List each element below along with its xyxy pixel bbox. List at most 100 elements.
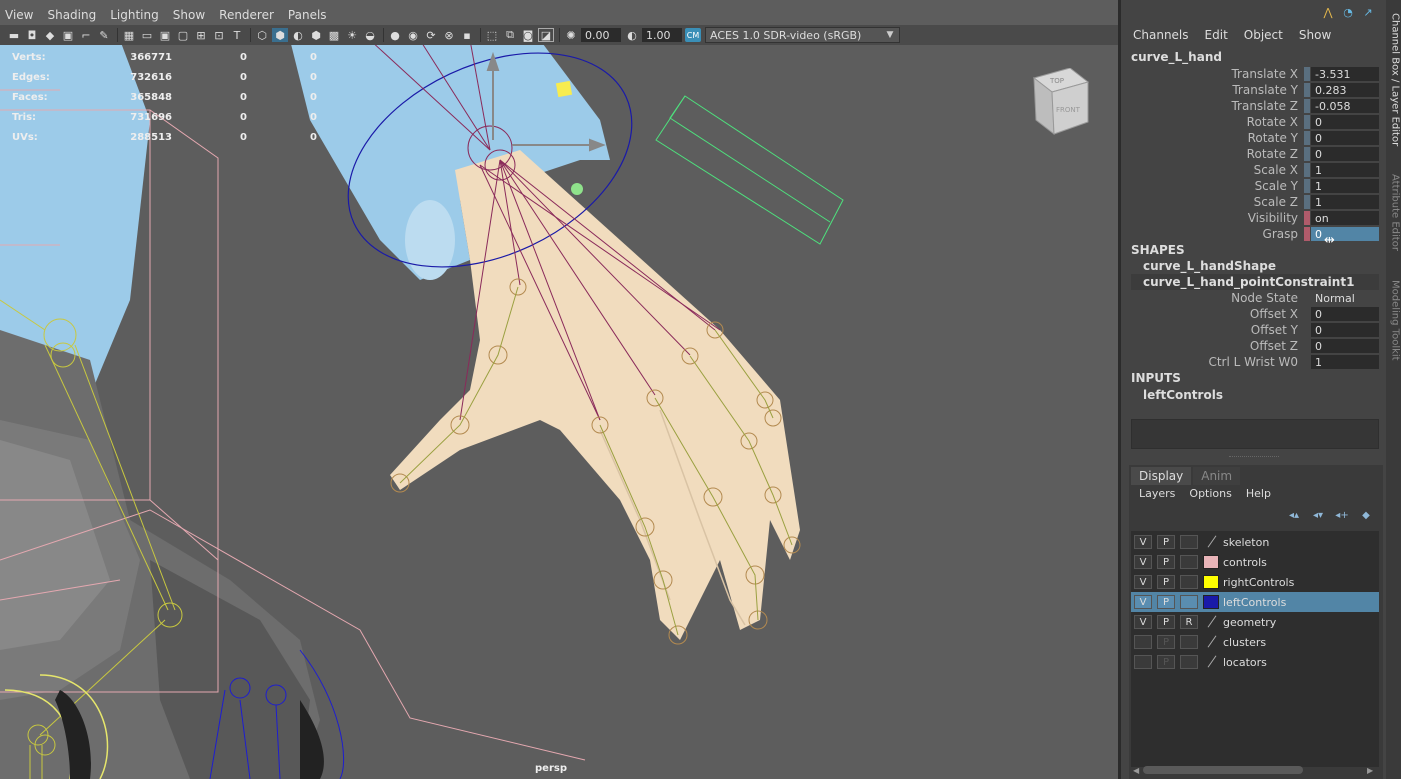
- color-management-icon[interactable]: CM: [685, 28, 701, 42]
- layer-playback-toggle[interactable]: P: [1157, 635, 1175, 649]
- layer-display-type-toggle[interactable]: [1180, 655, 1198, 669]
- attr-value-field[interactable]: 0: [1311, 307, 1379, 321]
- layer-color-swatch[interactable]: [1203, 635, 1219, 649]
- menu-edit[interactable]: Edit: [1205, 28, 1228, 42]
- attr-value-field[interactable]: 0.283: [1311, 83, 1379, 97]
- smooth-shade-icon[interactable]: ⬢: [272, 28, 288, 42]
- menu-layers[interactable]: Layers: [1139, 487, 1175, 500]
- layer-name[interactable]: geometry: [1223, 616, 1276, 629]
- panel-splitter[interactable]: [1229, 456, 1279, 458]
- layer-playback-toggle[interactable]: P: [1157, 655, 1175, 669]
- layer-visibility-toggle[interactable]: V: [1134, 555, 1152, 569]
- xray-joints-icon[interactable]: ◙: [520, 28, 536, 42]
- backface-culling-icon[interactable]: ◪: [538, 28, 554, 42]
- multisample-aa-icon[interactable]: ⟳: [423, 28, 439, 42]
- layer-display-type-toggle[interactable]: [1180, 535, 1198, 549]
- motion-blur-icon[interactable]: ◉: [405, 28, 421, 42]
- wireframe-on-shaded-icon[interactable]: ⬢: [308, 28, 324, 42]
- gamma-icon[interactable]: ◐: [624, 28, 640, 42]
- layer-color-swatch[interactable]: [1203, 535, 1219, 549]
- attr-value-field[interactable]: on: [1311, 211, 1379, 225]
- layer-visibility-toggle[interactable]: V: [1134, 595, 1152, 609]
- axis-icon[interactable]: ⋀: [1321, 5, 1335, 19]
- grid-icon[interactable]: ▦: [121, 28, 137, 42]
- attr-value-field[interactable]: 0: [1311, 323, 1379, 337]
- xray-icon[interactable]: ⬚: [484, 28, 500, 42]
- attr-value-field[interactable]: 1: [1311, 179, 1379, 193]
- layer-color-swatch[interactable]: [1203, 655, 1219, 669]
- tab-anim[interactable]: Anim: [1193, 467, 1241, 485]
- attr-translate-z[interactable]: Translate Z -0.058: [1131, 98, 1379, 114]
- layer-display-type-toggle[interactable]: [1180, 595, 1198, 609]
- new-layer-icon[interactable]: ◂+: [1333, 508, 1351, 522]
- menu-object[interactable]: Object: [1244, 28, 1283, 42]
- depth-of-field-icon[interactable]: ⊗: [441, 28, 457, 42]
- shadows-icon[interactable]: ◒: [362, 28, 378, 42]
- input-node-item[interactable]: leftControls: [1131, 387, 1379, 403]
- menu-panels[interactable]: Panels: [288, 8, 327, 22]
- attr-value-field[interactable]: 0: [1311, 115, 1379, 129]
- layer-color-swatch[interactable]: [1203, 615, 1219, 629]
- resolution-gate-icon[interactable]: ▣: [157, 28, 173, 42]
- use-default-material-icon[interactable]: ◐: [290, 28, 306, 42]
- layer-visibility-toggle[interactable]: [1134, 635, 1152, 649]
- tab-channel-box-layer-editor[interactable]: Channel Box / Layer Editor: [1386, 10, 1401, 150]
- shape-node-item[interactable]: curve_L_handShape: [1131, 258, 1379, 274]
- selected-object-name[interactable]: curve_L_hand: [1131, 50, 1222, 64]
- layer-row-right-controls[interactable]: V P rightControls: [1131, 572, 1379, 592]
- layer-row-clusters[interactable]: P clusters: [1131, 632, 1379, 652]
- attr-node-state[interactable]: Node State Normal: [1131, 290, 1379, 306]
- screen-space-ao-icon[interactable]: ●: [387, 28, 403, 42]
- attr-grasp[interactable]: Grasp 0: [1131, 226, 1379, 242]
- move-layer-down-icon[interactable]: ◂▾: [1309, 508, 1327, 522]
- layer-row-geometry[interactable]: V P R geometry: [1131, 612, 1379, 632]
- attr-visibility[interactable]: Visibility on: [1131, 210, 1379, 226]
- film-gate-icon[interactable]: ▭: [139, 28, 155, 42]
- wireframe-icon[interactable]: ⬡: [254, 28, 270, 42]
- tab-display[interactable]: Display: [1131, 467, 1192, 485]
- attr-value-field[interactable]: 1: [1311, 163, 1379, 177]
- move-layer-up-icon[interactable]: ◂▴: [1285, 508, 1303, 522]
- scrollbar-thumb[interactable]: [1143, 766, 1303, 774]
- tab-modeling-toolkit[interactable]: Modeling Toolkit: [1386, 270, 1401, 370]
- layer-playback-toggle[interactable]: P: [1157, 615, 1175, 629]
- layer-display-type-toggle[interactable]: R: [1180, 615, 1198, 629]
- refresh-icon[interactable]: ◔: [1341, 5, 1355, 19]
- scroll-right-icon[interactable]: ▶: [1367, 766, 1373, 775]
- attr-value-field[interactable]: 0: [1311, 131, 1379, 145]
- layer-list-scrollbar[interactable]: ◀ ▶: [1131, 765, 1379, 775]
- layer-display-type-toggle[interactable]: [1180, 575, 1198, 589]
- layer-color-swatch[interactable]: [1203, 555, 1219, 569]
- view-cube[interactable]: TOP FRONT: [1032, 68, 1092, 138]
- layer-row-locators[interactable]: P locators: [1131, 652, 1379, 672]
- layer-row-skeleton[interactable]: V P skeleton: [1131, 532, 1379, 552]
- grease-pencil-icon[interactable]: ✎: [96, 28, 112, 42]
- attr-rotate-z[interactable]: Rotate Z 0: [1131, 146, 1379, 162]
- attr-scale-y[interactable]: Scale Y 1: [1131, 178, 1379, 194]
- image-plane-icon[interactable]: ▣: [60, 28, 76, 42]
- attr-rotate-x[interactable]: Rotate X 0: [1131, 114, 1379, 130]
- attr-translate-y[interactable]: Translate Y 0.283: [1131, 82, 1379, 98]
- layer-color-swatch[interactable]: [1203, 575, 1219, 589]
- constraint-node-item[interactable]: curve_L_hand_pointConstraint1: [1131, 274, 1379, 290]
- menu-help[interactable]: Help: [1246, 487, 1271, 500]
- scroll-left-icon[interactable]: ◀: [1133, 766, 1139, 775]
- attr-scale-x[interactable]: Scale X 1: [1131, 162, 1379, 178]
- attr-offset-y[interactable]: Offset Y 0: [1131, 322, 1379, 338]
- attr-value-field[interactable]: -3.531: [1311, 67, 1379, 81]
- layer-playback-toggle[interactable]: P: [1157, 535, 1175, 549]
- attr-ctrl-wrist-weight[interactable]: Ctrl L Wrist W0 1: [1131, 354, 1379, 370]
- attr-scale-z[interactable]: Scale Z 1: [1131, 194, 1379, 210]
- safe-title-icon[interactable]: T: [229, 28, 245, 42]
- attr-value-field[interactable]: Normal: [1311, 291, 1379, 305]
- menu-shading[interactable]: Shading: [47, 8, 96, 22]
- xray-active-components-icon[interactable]: ⧉: [502, 28, 518, 42]
- attr-value-field[interactable]: 0: [1311, 147, 1379, 161]
- safe-action-icon[interactable]: ⊡: [211, 28, 227, 42]
- exposure-icon[interactable]: ✺: [563, 28, 579, 42]
- menu-show[interactable]: Show: [1299, 28, 1331, 42]
- layer-name[interactable]: locators: [1223, 656, 1267, 669]
- layer-visibility-toggle[interactable]: [1134, 655, 1152, 669]
- attr-value-field[interactable]: -0.058: [1311, 99, 1379, 113]
- layer-display-type-toggle[interactable]: [1180, 635, 1198, 649]
